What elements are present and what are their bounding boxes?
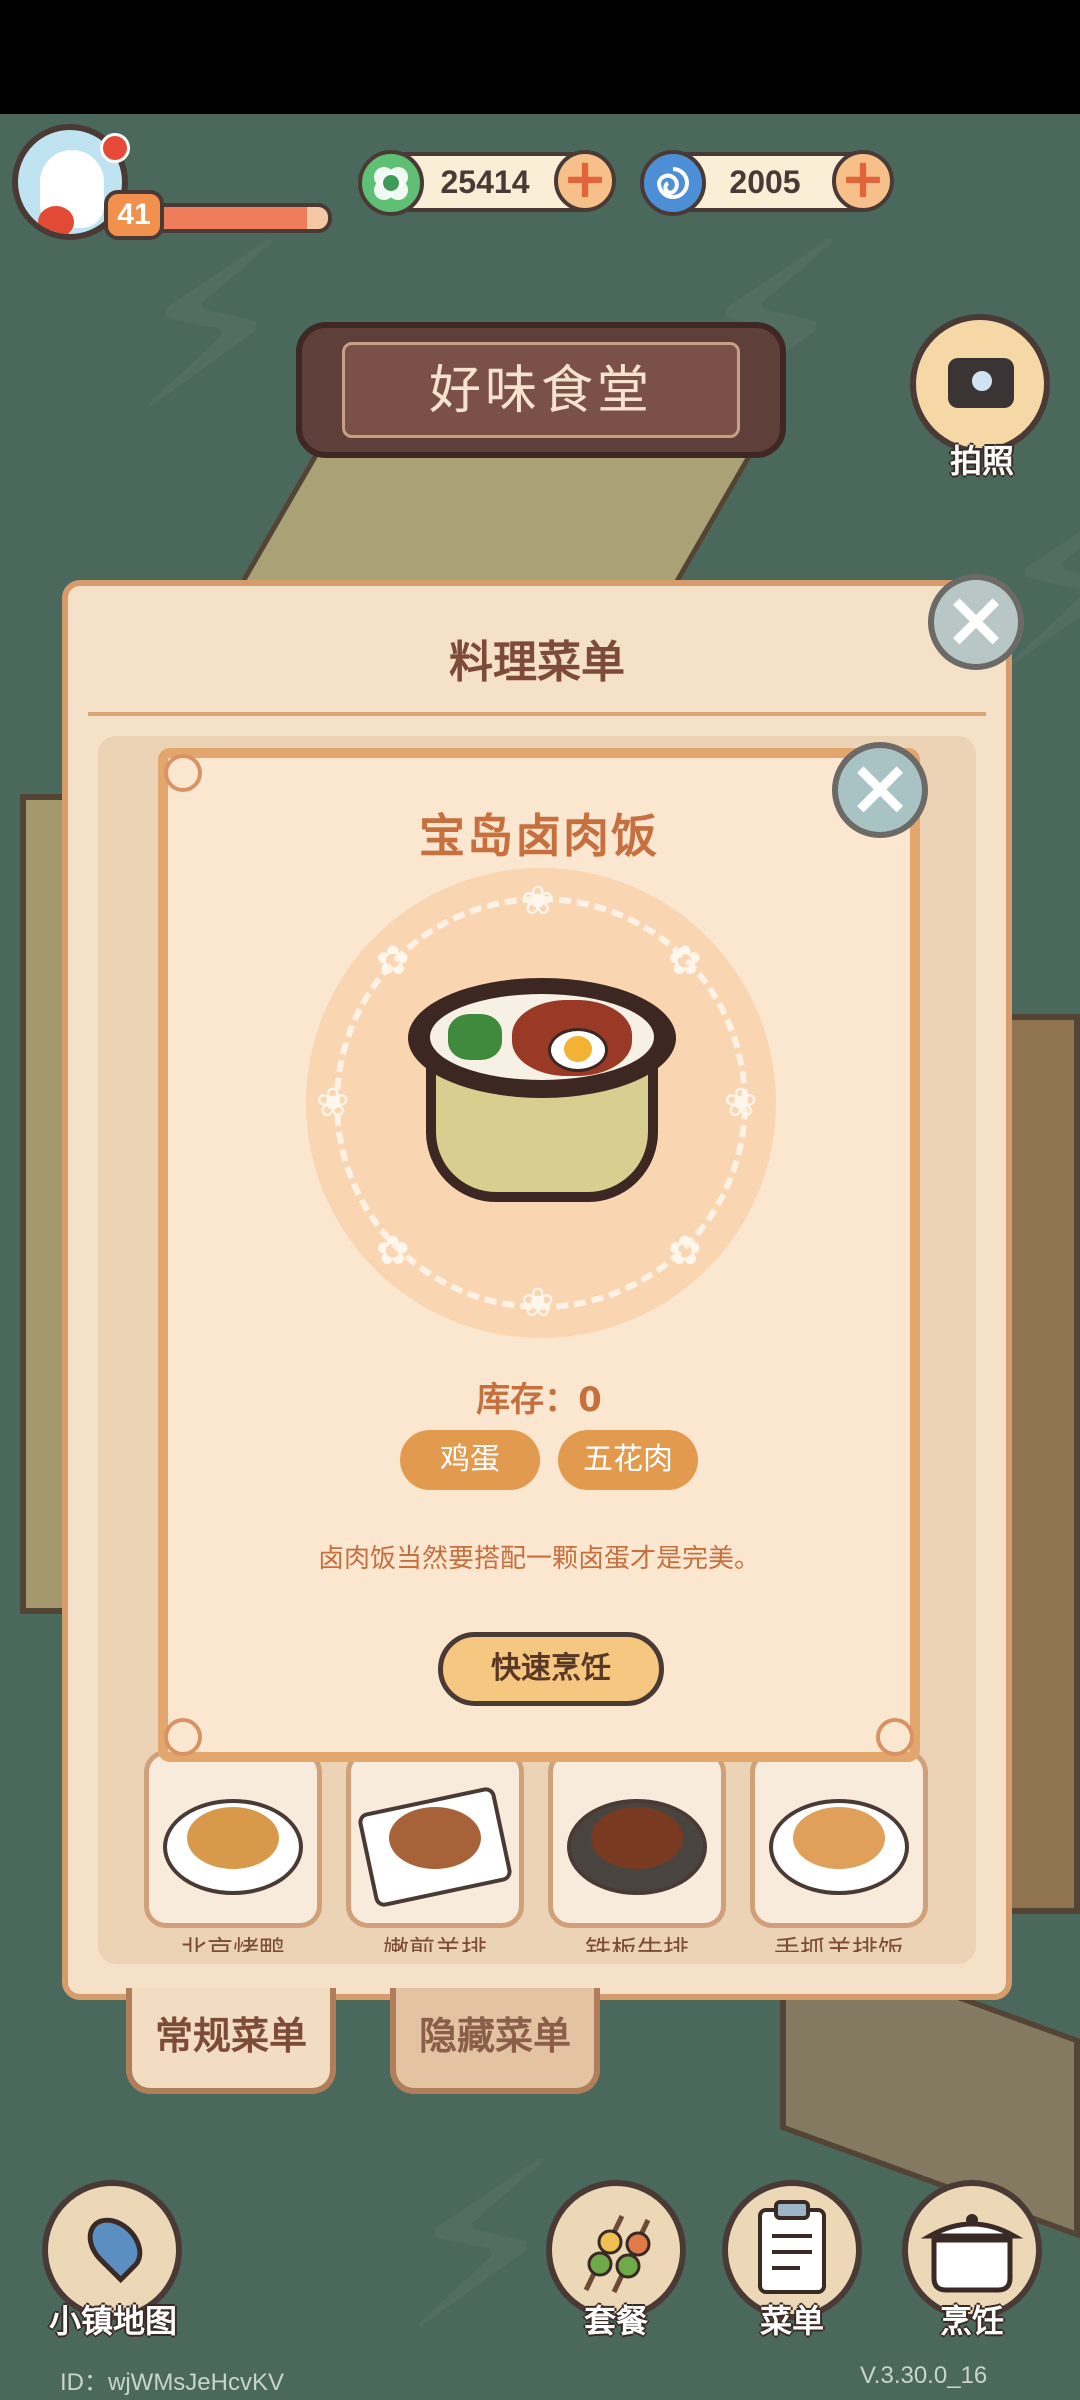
braised-pork-rice-icon xyxy=(408,978,676,1208)
restaurant-name: 好味食堂 xyxy=(342,342,740,438)
experience-bar-fill xyxy=(154,207,308,229)
town-map-label: 小镇地图 xyxy=(48,2302,177,2340)
swirl-currency-value: 2005 xyxy=(729,164,801,200)
cooking-pot-icon xyxy=(920,2214,1024,2293)
dish-card[interactable] xyxy=(346,1750,524,1928)
clipboard-icon xyxy=(758,2200,826,2294)
flower-ornament-icon: ✿ xyxy=(668,1228,702,1274)
egg-yolk xyxy=(564,1036,592,1062)
ornament-corner xyxy=(164,754,202,792)
menu-divider xyxy=(88,712,986,716)
leaf-currency-value: 25414 xyxy=(440,164,530,200)
flower-ornament-icon: ❀ xyxy=(521,878,555,924)
lamb-chop-icon xyxy=(389,1807,481,1869)
currency-swirl: 2005 + xyxy=(640,150,894,216)
dish-card[interactable] xyxy=(144,1750,322,1928)
greens xyxy=(448,1014,502,1060)
restaurant-name-sign: 好味食堂 xyxy=(296,322,786,458)
ingredient-tag: 五花肉 xyxy=(558,1430,698,1490)
dialog-close-button[interactable]: × xyxy=(832,742,928,838)
dish-name: 北京烤鸭 xyxy=(180,1936,285,1952)
ornament-corner xyxy=(164,1718,202,1756)
flower-ornament-icon: ✿ xyxy=(376,1228,410,1274)
lamb-rice-icon xyxy=(793,1807,885,1869)
steak-icon xyxy=(591,1807,683,1869)
currency-leaf: 25414 + xyxy=(358,150,616,216)
ingredient-tag: 鸡蛋 xyxy=(400,1430,540,1490)
flower-ornament-icon: ✿ xyxy=(376,938,410,984)
camera-lens xyxy=(966,365,998,397)
set-meal-label: 套餐 xyxy=(583,2302,648,2340)
tomato-icon xyxy=(38,206,74,234)
add-leaf-currency-button[interactable]: + xyxy=(554,150,616,212)
app-version: V.3.30.0_16 xyxy=(860,2362,988,2389)
clover-leaf-icon xyxy=(358,150,424,216)
dish-title: 宝岛卤肉饭 xyxy=(419,809,659,863)
dish-name: 嫩煎羊排 xyxy=(382,1936,487,1952)
dish-card[interactable] xyxy=(548,1750,726,1928)
camera-label: 拍照 xyxy=(949,442,1014,480)
dish-description: 卤肉饭当然要搭配一颗卤蛋才是完美。 xyxy=(317,1544,760,1574)
dish-detail-dialog: 宝岛卤肉饭 ❀ ❀ ❀ ❀ ✿ ✿ ✿ ✿ 库存：0 鸡蛋 五花肉 卤肉饭当然要… xyxy=(158,748,920,1762)
add-swirl-currency-button[interactable]: + xyxy=(832,150,894,212)
menu-panel-title: 料理菜单 xyxy=(449,637,625,688)
menu-label: 菜单 xyxy=(759,2302,824,2340)
camera-button[interactable] xyxy=(910,314,1050,454)
tab-regular-menu[interactable]: 常规菜单 xyxy=(126,1988,336,2094)
level-badge: 41 xyxy=(104,190,164,240)
ornament-corner xyxy=(876,1718,914,1756)
dish-name: 铁板牛排 xyxy=(584,1936,689,1952)
skewer-icon xyxy=(583,2214,651,2294)
dish-card[interactable] xyxy=(750,1750,928,1928)
flower-ornament-icon: ❀ xyxy=(316,1080,350,1126)
blue-swirl-icon xyxy=(640,150,706,216)
menu-close-button[interactable]: × xyxy=(928,574,1024,670)
quick-cook-button[interactable]: 快速烹饪 xyxy=(438,1632,664,1706)
stock-count: 库存：0 xyxy=(476,1380,602,1420)
flower-ornament-icon: ❀ xyxy=(521,1280,555,1326)
player-id: ID：wjWMsJeHcvKV xyxy=(60,2369,285,2396)
notification-dot xyxy=(100,133,130,163)
tab-hidden-menu[interactable]: 隐藏菜单 xyxy=(390,1988,600,2094)
roast-duck-icon xyxy=(187,1807,279,1869)
flower-ornament-icon: ❀ xyxy=(724,1080,758,1126)
dish-name: 手抓羊排饭 xyxy=(773,1936,904,1952)
cook-label: 烹饪 xyxy=(939,2302,1004,2340)
experience-bar xyxy=(150,203,332,233)
status-bar xyxy=(0,0,1080,114)
map-pin-icon xyxy=(76,2206,154,2284)
